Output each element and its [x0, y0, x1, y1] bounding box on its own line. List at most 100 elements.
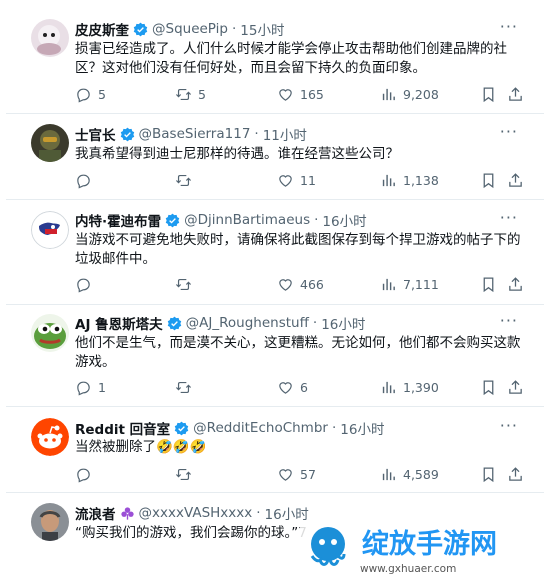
user-handle[interactable]: @AJ_Roughenstuff	[186, 315, 309, 331]
watermark-title: 绽放手游网	[362, 528, 497, 560]
reply-icon	[77, 468, 90, 483]
share-button[interactable]	[507, 466, 524, 483]
bookmark-icon	[483, 467, 494, 483]
timestamp[interactable]: 16小时	[340, 418, 384, 438]
avatar[interactable]	[31, 418, 69, 456]
tweet-actions: 11 1,138	[75, 172, 522, 190]
display-name[interactable]: 内特·霍迪布雷	[75, 210, 161, 230]
more-options-icon[interactable]: ···	[500, 17, 518, 36]
display-name[interactable]: 士官长	[75, 124, 116, 144]
heart-icon	[279, 382, 292, 394]
views-chart-icon	[382, 468, 395, 481]
user-handle[interactable]: @xxxxVASHxxxx	[139, 505, 253, 521]
tweet-text: 我真希望得到迪士尼那样的待遇。谁在经营这些公司？	[75, 146, 399, 162]
views-button[interactable]: 9,208	[380, 86, 439, 103]
bookmark-button[interactable]	[480, 172, 497, 189]
avatar[interactable]	[31, 314, 69, 352]
more-options-icon[interactable]: ···	[500, 208, 518, 227]
views-chart-icon	[382, 278, 395, 291]
views-button[interactable]: 7,111	[380, 276, 439, 293]
separator-dot: ·	[254, 126, 259, 142]
user-handle[interactable]: @SqueePip	[152, 21, 228, 37]
reply-icon	[77, 88, 90, 103]
avatar[interactable]	[31, 124, 69, 162]
display-name[interactable]: 流浪者	[75, 503, 116, 523]
bookmark-button[interactable]	[480, 379, 497, 396]
verified-badge-icon	[120, 127, 134, 141]
retweet-button[interactable]	[175, 379, 198, 396]
bookmark-button[interactable]	[480, 276, 497, 293]
timestamp[interactable]: 15小时	[240, 19, 284, 39]
reply-button[interactable]: 1	[75, 379, 106, 396]
avatar[interactable]	[31, 19, 69, 57]
watermark-url: www.gxhuaer.com	[360, 563, 456, 575]
retweet-icon	[175, 88, 192, 101]
view-count: 4,589	[403, 467, 439, 482]
like-button[interactable]: 165	[277, 86, 324, 103]
views-button[interactable]: 4,589	[380, 466, 439, 483]
avatar[interactable]	[31, 503, 69, 541]
share-icon	[509, 467, 522, 481]
views-chart-icon	[382, 88, 395, 101]
timestamp[interactable]: 16小时	[321, 313, 365, 333]
like-button[interactable]: 466	[277, 276, 324, 293]
view-count: 1,390	[403, 380, 439, 395]
display-name[interactable]: 皮皮斯奎	[75, 19, 129, 39]
divider	[6, 304, 544, 305]
divider	[6, 492, 544, 493]
more-options-icon[interactable]: ···	[500, 311, 518, 330]
timestamp[interactable]: 11小时	[263, 124, 307, 144]
octopus-logo-icon	[310, 527, 346, 566]
view-count: 7,111	[403, 277, 439, 292]
bookmark-button[interactable]	[480, 86, 497, 103]
reply-count: 1	[98, 380, 106, 395]
verified-badge-icon	[167, 316, 181, 330]
views-button[interactable]: 1,390	[380, 379, 439, 396]
tweet-actions: 57 4,589	[75, 466, 522, 484]
view-count: 1,138	[403, 173, 439, 188]
like-count: 165	[300, 87, 324, 102]
bookmark-icon	[483, 277, 494, 293]
heart-icon	[279, 89, 292, 101]
like-button[interactable]: 6	[277, 379, 308, 396]
retweet-button[interactable]: 5	[175, 86, 206, 103]
timestamp[interactable]: 16小时	[322, 210, 366, 230]
share-button[interactable]	[507, 86, 524, 103]
like-count: 466	[300, 277, 324, 292]
tweet-text: 当然被删除了🤣🤣🤣	[75, 439, 207, 455]
user-handle[interactable]: @DjinnBartimaeus	[184, 212, 310, 228]
more-options-icon[interactable]: ···	[500, 416, 518, 435]
bookmark-button[interactable]	[480, 466, 497, 483]
share-button[interactable]	[507, 379, 524, 396]
retweet-button[interactable]	[175, 466, 198, 483]
tweet-actions: 1 6 1,390	[75, 379, 522, 397]
tweet-text: 损害已经造成了。人们什么时候才能学会停止攻击帮助他们创建品牌的社区？这对他们没有…	[75, 41, 507, 76]
tweet-header: 皮皮斯奎 @SqueePip · 15小时	[75, 19, 284, 39]
retweet-button[interactable]	[175, 276, 198, 293]
separator-dot: ·	[231, 21, 237, 37]
display-name[interactable]: AJ 鲁恩斯塔夫	[75, 313, 163, 333]
verified-badge-icon	[133, 22, 148, 36]
user-handle[interactable]: @RedditEchoChmbr	[193, 420, 328, 436]
bookmark-icon	[483, 173, 494, 189]
share-button[interactable]	[507, 172, 524, 189]
retweet-button[interactable]	[175, 172, 198, 189]
reply-button[interactable]	[75, 466, 98, 483]
share-button[interactable]	[507, 276, 524, 293]
separator-dot: ·	[256, 505, 261, 521]
user-handle[interactable]: @BaseSierra117	[139, 126, 251, 142]
display-name[interactable]: Reddit 回音室	[75, 418, 170, 438]
reply-button[interactable]	[75, 276, 98, 293]
avatar[interactable]	[31, 211, 69, 249]
like-button[interactable]: 11	[277, 172, 316, 189]
views-button[interactable]: 1,138	[380, 172, 439, 189]
heart-icon	[279, 469, 292, 481]
tweet-actions: 466 7,111	[75, 276, 522, 294]
more-options-icon[interactable]: ···	[500, 122, 518, 141]
reply-count: 5	[98, 87, 106, 102]
tweet-text: 当游戏不可避免地失败时，请确保将此截图保存到每个捍卫游戏的帖子下的垃圾邮件中。	[75, 232, 521, 267]
reply-button[interactable]	[75, 172, 98, 189]
reply-icon	[77, 381, 90, 396]
reply-button[interactable]: 5	[75, 86, 106, 103]
like-button[interactable]: 57	[277, 466, 316, 483]
